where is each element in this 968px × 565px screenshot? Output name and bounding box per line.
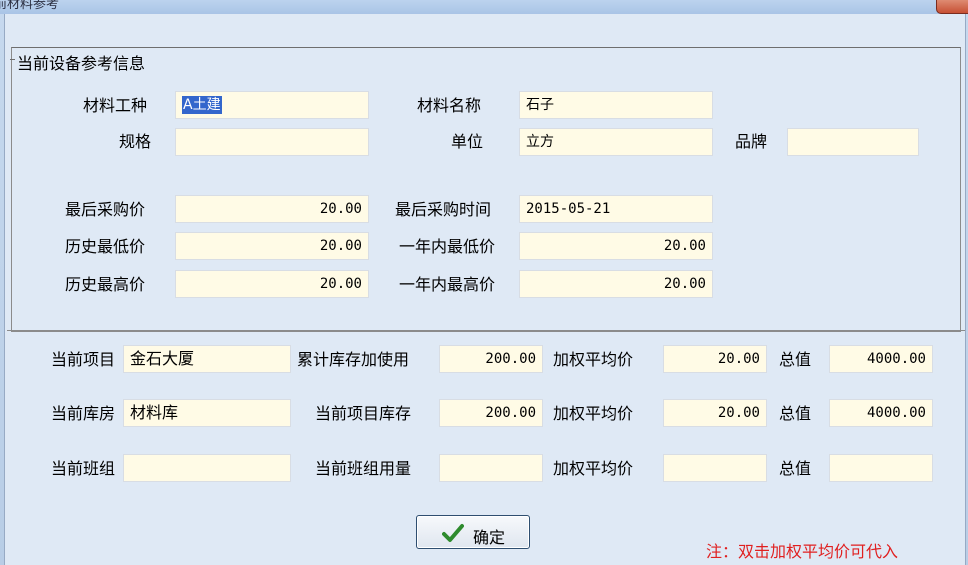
year-max-label: 一年内最高价 — [399, 275, 496, 294]
hist-max-field[interactable]: 20.00 — [175, 270, 369, 298]
hint-note: 注：双击加权平均价可代入 — [706, 542, 899, 561]
brand-field[interactable] — [787, 128, 919, 156]
year-min-field[interactable]: 20.00 — [519, 232, 713, 260]
last-price-label: 最后采购价 — [65, 200, 146, 219]
hist-min-field[interactable]: 20.00 — [175, 232, 369, 260]
ok-button-label: 确定 — [473, 528, 506, 547]
total-label-3: 总值 — [779, 459, 812, 478]
window-title: 前材料参考 — [0, 0, 60, 12]
total-label-2: 总值 — [779, 404, 812, 423]
cumulative-qty-label: 累计库存加使用 — [297, 350, 410, 369]
unit-field[interactable]: 立方 — [519, 128, 713, 156]
group-title: 当前设备参考信息 — [9, 50, 148, 74]
team-usage-label: 当前班组用量 — [315, 459, 412, 478]
material-name-field[interactable]: 石子 — [519, 91, 713, 119]
dialog-client: 当前设备参考信息 材料工种 A土建 材料名称 石子 规格 单位 立方 品牌 最后… — [4, 14, 966, 565]
check-icon — [442, 524, 464, 542]
total-label-1: 总值 — [779, 350, 812, 369]
project-stock-field[interactable]: 200.00 — [439, 399, 543, 427]
material-type-label: 材料工种 — [83, 96, 148, 115]
current-team-label: 当前班组 — [51, 459, 116, 478]
avg-price-field-1[interactable]: 20.00 — [663, 345, 767, 373]
last-time-label: 最后采购时间 — [395, 200, 492, 219]
last-time-field[interactable]: 2015-05-21 — [519, 195, 713, 223]
spec-label: 规格 — [119, 132, 152, 151]
total-field-2[interactable]: 4000.00 — [829, 399, 933, 427]
avg-price-label-1: 加权平均价 — [553, 350, 634, 369]
avg-price-label-2: 加权平均价 — [553, 404, 634, 423]
dialog-window: 前材料参考 当前设备参考信息 材料工种 A土建 材料名称 石子 规格 单位 立方… — [0, 0, 968, 565]
current-warehouse-field[interactable]: 材料库 — [123, 399, 291, 427]
year-max-field[interactable]: 20.00 — [519, 270, 713, 298]
cumulative-qty-field[interactable]: 200.00 — [439, 345, 543, 373]
hist-min-label: 历史最低价 — [65, 237, 146, 256]
current-team-field[interactable] — [123, 454, 291, 482]
project-stock-label: 当前项目库存 — [315, 404, 412, 423]
total-field-3[interactable] — [829, 454, 933, 482]
avg-price-field-2[interactable]: 20.00 — [663, 399, 767, 427]
team-usage-field[interactable] — [439, 454, 543, 482]
total-field-1[interactable]: 4000.00 — [829, 345, 933, 373]
section-divider — [7, 330, 965, 331]
material-name-label: 材料名称 — [417, 96, 482, 115]
current-warehouse-label: 当前库房 — [51, 404, 116, 423]
spec-field[interactable] — [175, 128, 369, 156]
title-bar: 前材料参考 — [0, 0, 968, 14]
material-type-field[interactable]: A土建 — [175, 91, 369, 119]
hist-max-label: 历史最高价 — [65, 275, 146, 294]
current-project-label: 当前项目 — [51, 350, 116, 369]
last-price-field[interactable]: 20.00 — [175, 195, 369, 223]
close-button[interactable] — [936, 0, 968, 14]
current-project-field[interactable]: 金石大厦 — [123, 345, 291, 373]
year-min-label: 一年内最低价 — [399, 237, 496, 256]
avg-price-field-3[interactable] — [663, 454, 767, 482]
brand-label: 品牌 — [735, 132, 768, 151]
unit-label: 单位 — [451, 132, 484, 151]
avg-price-label-3: 加权平均价 — [553, 459, 634, 478]
ok-button[interactable]: 确定 — [416, 515, 530, 549]
material-type-value: A土建 — [182, 96, 222, 114]
